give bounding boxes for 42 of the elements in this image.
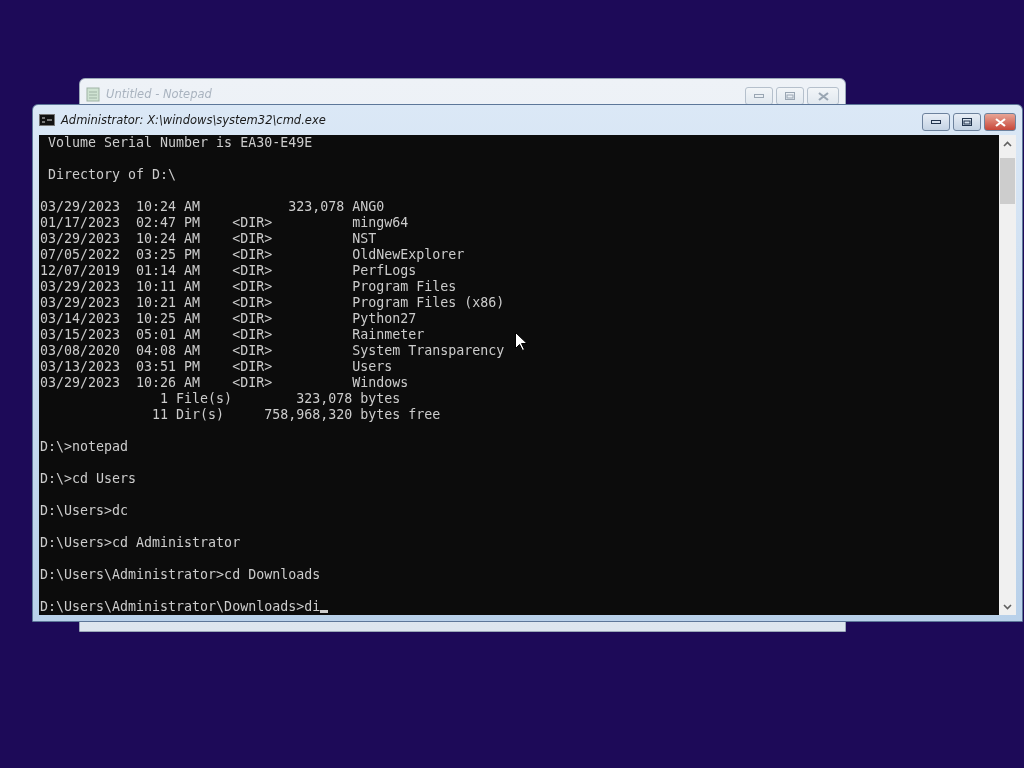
console-line: 03/29/2023 10:21 AM <DIR> Program Files (x86) [40, 295, 505, 311]
maximize-icon [962, 118, 972, 126]
minimize-icon [931, 120, 941, 124]
mouse-pointer-icon [515, 332, 527, 351]
minimize-button[interactable] [922, 113, 950, 131]
chevron-up-icon [1003, 140, 1012, 147]
console-line: 03/29/2023 10:11 AM <DIR> Program Files [40, 279, 457, 295]
console-line: Volume Serial Number is EA30-E49E [47, 135, 313, 151]
console-line: 03/13/2023 03:51 PM <DIR> Users [40, 359, 393, 375]
text-cursor [320, 610, 329, 613]
console-line: 03/29/2023 10:24 AM <DIR> NST [40, 231, 377, 247]
close-icon [994, 117, 1006, 127]
command-prompt: D:\Users\Administrator\Downloads>di [40, 599, 329, 615]
scrollbar[interactable] [999, 135, 1016, 615]
console-line: D:\Users>dc [40, 503, 129, 519]
console-line: 03/14/2023 10:25 AM <DIR> Python27 [40, 311, 417, 327]
console-line: 03/29/2023 10:24 AM 323,078 ANG0 [40, 199, 385, 215]
console-line: D:\Users>cd Administrator [40, 535, 241, 551]
maximize-icon [785, 92, 795, 100]
console-line: 03/29/2023 10:26 AM <DIR> Windows [40, 375, 409, 391]
window-title: Untitled - Notepad [106, 87, 213, 101]
close-button[interactable] [807, 87, 839, 105]
close-icon [817, 91, 829, 101]
notepad-icon [86, 86, 100, 102]
console-line: Directory of D:\ [47, 167, 177, 183]
chevron-down-icon [1003, 603, 1012, 610]
console-line: D:\>notepad [40, 439, 129, 455]
console-line: 03/15/2023 05:01 AM <DIR> Rainmeter [40, 327, 425, 343]
console-line: 01/17/2023 02:47 PM <DIR> mingw64 [40, 215, 409, 231]
scroll-thumb[interactable] [1000, 158, 1015, 204]
console-line: 11 Dir(s) 758,968,320 bytes free [151, 407, 441, 423]
maximize-button[interactable] [953, 113, 981, 131]
console-line: D:\>cd Users [40, 471, 137, 487]
console-line: 03/08/2020 04:08 AM <DIR> System Transparency [40, 343, 505, 359]
console-line: 07/05/2022 03:25 PM <DIR> OldNewExplorer [40, 247, 465, 263]
console-line: D:\Users\Administrator>cd Downloads [40, 567, 321, 583]
minimize-icon [754, 94, 764, 98]
close-button[interactable] [984, 113, 1016, 131]
console-line: 12/07/2019 01:14 AM <DIR> PerfLogs [40, 263, 417, 279]
console-icon [39, 114, 55, 126]
window-title: Administrator: X:\windows\system32\cmd.exe [61, 113, 327, 127]
console-line: 1 File(s) 323,078 bytes [159, 391, 401, 407]
